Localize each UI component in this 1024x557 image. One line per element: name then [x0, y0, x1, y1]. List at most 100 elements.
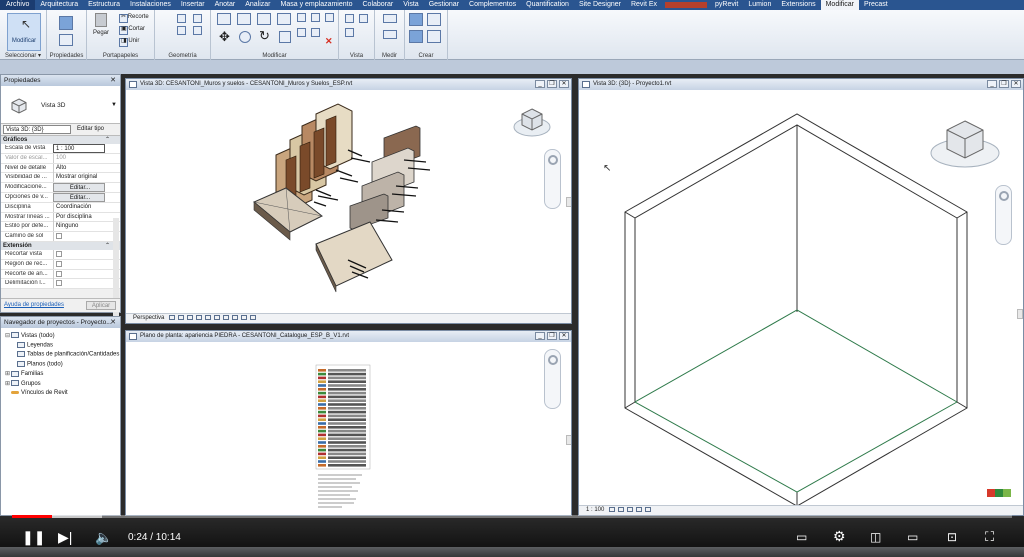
tab-insertar[interactable]: Insertar [176, 0, 210, 10]
property-value[interactable]: Por disciplina [53, 212, 105, 222]
wall-joins-icon[interactable] [177, 14, 186, 23]
view-cube-icon[interactable] [512, 105, 552, 139]
mirror-draw-icon[interactable] [277, 13, 291, 25]
tab-colaborar[interactable]: Colaborar [358, 0, 399, 10]
tab-vista[interactable]: Vista [398, 0, 423, 10]
checkbox[interactable] [56, 233, 62, 240]
group-extension[interactable]: Extensión ⌃ [1, 241, 120, 250]
property-value[interactable]: 100 [53, 153, 105, 163]
sun-path-icon[interactable] [627, 506, 634, 512]
create-parts-icon[interactable] [427, 13, 441, 26]
shadows-icon[interactable] [196, 314, 203, 320]
property-row[interactable]: Nivel de detalle Alto [1, 163, 120, 174]
panel-select-label[interactable]: Seleccionar ▾ [0, 52, 46, 59]
property-value[interactable]: 1 : 100 [53, 144, 105, 153]
restore-icon[interactable]: ❐ [999, 80, 1009, 88]
restore-icon[interactable]: ❐ [547, 80, 557, 88]
close-icon[interactable]: ✕ [559, 332, 569, 340]
hide-icon[interactable] [345, 14, 354, 23]
split-face-icon[interactable] [177, 26, 186, 35]
restore-icon[interactable]: ❐ [547, 332, 557, 340]
align-icon[interactable] [217, 13, 231, 25]
tab-archivo[interactable]: Archivo [0, 0, 36, 10]
tab-masa-y-emplazamiento[interactable]: Masa y emplazamiento [276, 0, 358, 10]
shadows-icon[interactable] [636, 506, 643, 512]
property-row[interactable]: Visibilidad de ... Mostrar original [1, 173, 120, 184]
visual-style-icon[interactable] [618, 506, 625, 512]
create-assembly-icon[interactable] [409, 13, 423, 26]
cast-icon[interactable]: ⊡ [947, 528, 957, 546]
linework-icon[interactable] [345, 28, 354, 37]
property-value[interactable]: Editar... [53, 192, 105, 202]
properties-help-link[interactable]: Ayuda de propiedades [4, 302, 64, 308]
property-value[interactable]: Alto [53, 163, 105, 173]
scale-icon[interactable] [311, 28, 320, 37]
volume-icon[interactable]: 🔈 [95, 528, 112, 546]
close-icon[interactable]: ✕ [1011, 80, 1021, 88]
property-value[interactable]: Mostrar original [53, 173, 105, 183]
reveal-icon[interactable] [250, 314, 257, 320]
browser-item[interactable]: Tablas de planificación/Cantidades [11, 351, 119, 358]
minimize-icon[interactable]: _ [535, 332, 545, 340]
checkbox[interactable] [56, 260, 62, 267]
minimize-icon[interactable]: _ [535, 80, 545, 88]
tab-gestionar[interactable]: Gestionar [424, 0, 464, 10]
tab-site-designer[interactable]: Site Designer [574, 0, 626, 10]
tab-quantification[interactable]: Quantification [521, 0, 574, 10]
checkbox[interactable] [56, 250, 62, 257]
override-icon[interactable] [359, 14, 368, 23]
measure-icon[interactable] [383, 30, 397, 39]
property-row[interactable]: Mostrar líneas ... Por disciplina [1, 212, 120, 223]
edit-type-button[interactable]: Editar tipo [77, 125, 104, 134]
property-row[interactable]: Región de rec... [1, 259, 120, 270]
browser-item[interactable]: ⊟ Vistas (todo) [5, 332, 55, 339]
pin-icon[interactable] [311, 13, 320, 22]
property-row[interactable]: Recortar vista [1, 249, 120, 260]
create-group-icon[interactable] [409, 30, 423, 43]
property-value[interactable] [53, 232, 105, 242]
group-graphics[interactable]: Gráficos ⌃ [1, 136, 120, 144]
tab-analizar[interactable]: Analizar [240, 0, 275, 10]
scroll-arrow[interactable] [566, 197, 571, 207]
modify-button[interactable]: ↖ Modificar [7, 13, 41, 51]
visual-style-icon[interactable] [178, 314, 185, 320]
miniplayer-icon[interactable]: ◫ [870, 528, 881, 546]
demolish-icon[interactable] [193, 26, 202, 35]
browser-item[interactable]: Leyendas [11, 341, 53, 348]
unpin-icon[interactable] [325, 13, 334, 22]
create-similar-icon[interactable] [427, 30, 441, 43]
cope-button[interactable]: ✂ Recorte [121, 13, 149, 20]
tab-pyrevit[interactable]: pyRevit [710, 0, 743, 10]
dimension-icon[interactable] [383, 14, 397, 23]
property-value[interactable]: Ninguno [53, 222, 105, 232]
property-row[interactable]: Camino de sol [1, 232, 120, 242]
close-icon[interactable]: ✕ [559, 80, 569, 88]
cut-geometry-button[interactable]: ▣ Cortar [121, 25, 145, 32]
checkbox[interactable] [56, 280, 62, 287]
view-3d-project[interactable]: Vista 3D: {3D} - Proyecto1.rvt _ ❐ ✕ ↖ 1 :… [578, 78, 1024, 516]
render-icon[interactable] [205, 314, 212, 320]
property-row[interactable]: Valor de escal... 100 [1, 153, 120, 164]
mirror-axis-icon[interactable] [257, 13, 271, 25]
pause-icon[interactable]: ❚❚ [22, 528, 45, 546]
paint-icon[interactable] [193, 14, 202, 23]
type-selector[interactable]: Vista 3D ▼ [1, 86, 120, 124]
property-row[interactable]: Recorte de an... [1, 269, 120, 280]
property-row[interactable]: Modificacione... Editar... [1, 183, 120, 193]
tab-lumion[interactable]: Lumion [743, 0, 776, 10]
settings-icon[interactable]: ⚙ [833, 527, 846, 545]
apply-button[interactable]: Aplicar [86, 301, 116, 310]
sun-path-icon[interactable] [187, 314, 194, 320]
detail-level-icon[interactable] [609, 506, 616, 512]
property-value[interactable] [53, 249, 105, 259]
crop-icon[interactable] [645, 506, 652, 512]
detail-level-icon[interactable] [169, 314, 176, 320]
property-value[interactable]: Coordinación [53, 202, 105, 212]
tab-precast[interactable]: Precast [859, 0, 893, 10]
join-button[interactable]: ◨ Unir [121, 37, 139, 44]
rotate-icon[interactable]: ↻ [259, 28, 270, 44]
checkbox[interactable] [56, 270, 62, 277]
tab-complementos[interactable]: Complementos [464, 0, 521, 10]
navigation-bar[interactable] [544, 349, 561, 409]
property-row[interactable]: Opciones de v... Editar... [1, 192, 120, 203]
